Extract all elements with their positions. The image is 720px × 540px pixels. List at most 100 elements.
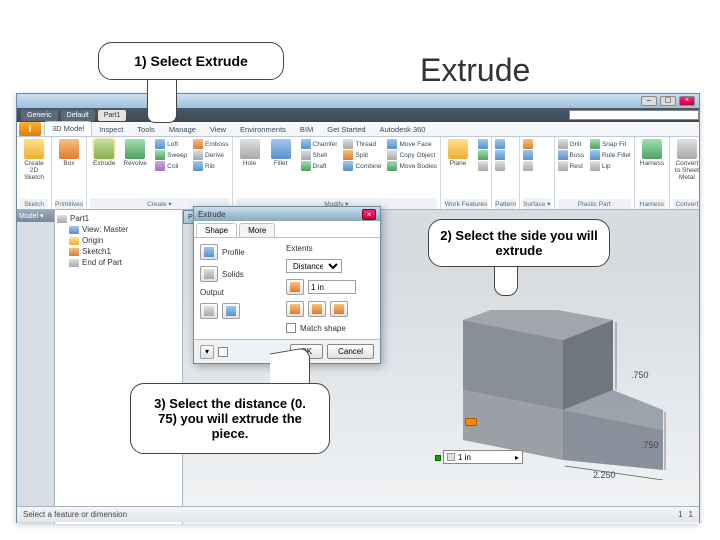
cube-icon: [204, 306, 214, 316]
sweep-icon: [155, 150, 165, 160]
sculpt-icon: [523, 161, 533, 171]
dialog-tab-shape[interactable]: Shape: [196, 223, 237, 237]
direction-asym-button[interactable]: [330, 301, 348, 317]
tree-sketch1[interactable]: Sketch1: [57, 246, 180, 257]
sweep-button[interactable]: Sweep: [155, 150, 187, 160]
point-button[interactable]: [478, 150, 488, 160]
cancel-button[interactable]: Cancel: [327, 344, 374, 359]
combine-button[interactable]: Combine: [343, 161, 381, 171]
tree-end-of-part[interactable]: End of Part: [57, 257, 180, 268]
tab-bim[interactable]: BIM: [293, 123, 320, 136]
copy-object-button[interactable]: Copy Object: [387, 150, 437, 160]
output-surface-button[interactable]: [222, 303, 240, 319]
direction-sym-button[interactable]: [308, 301, 326, 317]
move-bodies-button[interactable]: Move Bodies: [387, 161, 437, 171]
dialog-tab-more[interactable]: More: [239, 223, 275, 237]
rest-icon: [558, 161, 568, 171]
model-panel-header[interactable]: Model ▾: [17, 210, 54, 222]
rect-pattern-button[interactable]: [495, 139, 516, 149]
box-button[interactable]: Box: [55, 139, 83, 167]
ucs-button[interactable]: [478, 161, 488, 171]
tab-view[interactable]: View: [203, 123, 233, 136]
extrude-button[interactable]: Extrude: [90, 139, 118, 171]
coil-button[interactable]: Coil: [155, 161, 187, 171]
sketch-icon: [24, 139, 44, 159]
tab-3d-model[interactable]: 3D Model: [44, 121, 92, 136]
dialog-preview-checkbox[interactable]: [218, 347, 228, 357]
search-input[interactable]: [569, 110, 699, 120]
quick-pill-default[interactable]: Default: [61, 110, 95, 121]
profile-select-button[interactable]: [200, 244, 218, 260]
inline-distance-input[interactable]: 1 in ▸: [443, 450, 523, 464]
tab-inspect[interactable]: Inspect: [92, 123, 130, 136]
move-face-button[interactable]: Move Face: [387, 139, 437, 149]
split-button[interactable]: Split: [343, 150, 381, 160]
direction-1-button[interactable]: [286, 279, 304, 295]
output-solid-button[interactable]: [200, 303, 218, 319]
snap-fit-icon: [590, 139, 600, 149]
move-bodies-icon: [387, 161, 397, 171]
harness-icon: [642, 139, 662, 159]
direction-gizmo-icon[interactable]: [465, 418, 481, 430]
window-minimize-button[interactable]: –: [641, 96, 657, 106]
patch-button[interactable]: [523, 150, 550, 160]
tab-manage[interactable]: Manage: [162, 123, 203, 136]
tree-view-master[interactable]: View: Master: [57, 224, 180, 235]
window-close-button[interactable]: ×: [679, 96, 695, 106]
harness-button[interactable]: Harness: [638, 139, 666, 167]
hole-button[interactable]: Hole: [236, 139, 264, 171]
dialog-close-button[interactable]: ×: [362, 209, 376, 220]
emboss-button[interactable]: Emboss: [193, 139, 228, 149]
callout-1-tail: [147, 74, 177, 123]
direction-2-button[interactable]: [286, 301, 304, 317]
axis-button[interactable]: [478, 139, 488, 149]
window-maximize-button[interactable]: ▢: [660, 96, 676, 106]
tab-autodesk-360[interactable]: Autodesk 360: [373, 123, 433, 136]
match-shape-checkbox[interactable]: [286, 323, 296, 333]
sculpt-button[interactable]: [523, 161, 550, 171]
app-badge-icon[interactable]: I: [19, 122, 41, 136]
tab-environments[interactable]: Environments: [233, 123, 293, 136]
rest-button[interactable]: Rest: [558, 161, 584, 171]
circ-pattern-button[interactable]: [495, 150, 516, 160]
quick-doc-name[interactable]: Part1: [98, 110, 127, 121]
rule-fillet-button[interactable]: Rule Fillet: [590, 150, 631, 160]
group-title-harness: Harness: [638, 199, 666, 209]
sheet-metal-icon: [677, 139, 697, 159]
extents-mode-select[interactable]: Distance: [286, 259, 342, 273]
split-icon: [343, 150, 353, 160]
tree-origin[interactable]: Origin: [57, 235, 180, 246]
draft-button[interactable]: Draft: [301, 161, 338, 171]
match-shape-label: Match shape: [300, 324, 346, 333]
quick-pill-generic[interactable]: Generic: [21, 110, 58, 121]
mirror-button[interactable]: [495, 161, 516, 171]
tab-get-started[interactable]: Get Started: [320, 123, 372, 136]
fillet-button[interactable]: Fillet: [267, 139, 295, 171]
distance-input[interactable]: [308, 280, 356, 294]
rib-button[interactable]: Rib: [193, 161, 228, 171]
thread-button[interactable]: Thread: [343, 139, 381, 149]
tab-tools[interactable]: Tools: [130, 123, 162, 136]
grill-button[interactable]: Grill: [558, 139, 584, 149]
chamfer-button[interactable]: Chamfer: [301, 139, 338, 149]
lip-button[interactable]: Lip: [590, 161, 631, 171]
view-icon: [69, 226, 79, 234]
create-2d-sketch-button[interactable]: Create 2D Sketch: [20, 139, 48, 181]
revolve-button[interactable]: Revolve: [121, 139, 149, 171]
boss-button[interactable]: Boss: [558, 150, 584, 160]
solids-select-button[interactable]: [200, 266, 218, 282]
dialog-expand-button[interactable]: ▾: [200, 345, 214, 359]
tree-root[interactable]: Part1: [57, 213, 180, 224]
derive-button[interactable]: Derive: [193, 150, 228, 160]
shell-button[interactable]: Shell: [301, 150, 338, 160]
extrude-icon: [94, 139, 114, 159]
drag-handle[interactable]: [435, 455, 441, 461]
snap-fit-button[interactable]: Snap Fit: [590, 139, 631, 149]
stitch-button[interactable]: [523, 139, 550, 149]
loft-button[interactable]: Loft: [155, 139, 187, 149]
thread-icon: [343, 139, 353, 149]
plane-button[interactable]: Plane: [444, 139, 472, 171]
dialog-title-bar[interactable]: Extrude ×: [194, 207, 380, 221]
callout-step-2: 2) Select the side you will extrude: [428, 219, 610, 267]
convert-sheet-metal-button[interactable]: Convert to Sheet Metal: [673, 139, 699, 181]
